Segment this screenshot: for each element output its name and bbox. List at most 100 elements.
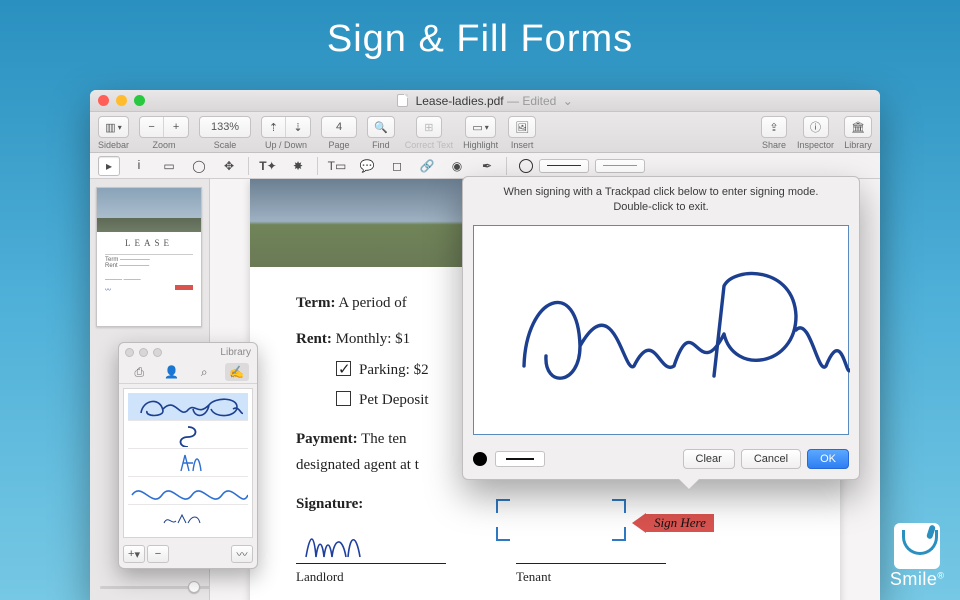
zoom-in-button[interactable]: + [164,117,188,137]
filename: Lease-ladies.pdf [416,94,504,108]
scale-group: 133% Scale [199,116,251,150]
close-window-button[interactable] [98,95,109,106]
palette-remove-button[interactable]: − [147,545,169,563]
sign-here-stamp[interactable]: Sign Here [632,513,714,533]
parking-checkbox[interactable] [336,361,351,376]
sign-here-label: Sign Here [646,514,714,532]
callout-tool[interactable]: ◻ [386,156,408,176]
inspector-button[interactable]: ⓘ [804,117,828,137]
lasso-tool[interactable]: ◯ [188,156,210,176]
page-thumbnail[interactable]: LEASE Term ─────── Rent ─────── ──── ───… [96,187,202,327]
scale-field[interactable]: 133% [200,117,250,137]
pen-width-picker[interactable] [495,451,545,467]
zoom-window-button[interactable] [134,95,145,106]
palette-add-button[interactable]: +▾ [123,545,145,563]
document-icon [397,94,408,107]
updown-label: Up / Down [265,140,307,150]
page-group: 4 Page [321,116,357,150]
library-label: Library [844,140,872,150]
library-button[interactable]: 🏛 [845,117,871,137]
title-menu-chevron-icon[interactable]: ⌄ [563,94,573,108]
payment-label: Payment: [296,431,358,447]
library-palette: Library ⎙ 👤 ⌕ ✍ +▾ − 〰 [118,342,258,569]
term-text: A period of [338,295,406,311]
page-down-button[interactable]: ⇣ [286,117,310,137]
rent-text: Monthly: $1 [336,331,411,347]
smile-logo-icon [894,523,940,569]
landlord-caption: Landlord [296,566,344,588]
inspector-group: ⓘ Inspector [797,116,834,150]
share-label: Share [762,140,786,150]
ok-button[interactable]: OK [807,449,849,469]
cancel-button[interactable]: Cancel [741,449,801,469]
minimize-window-button[interactable] [116,95,127,106]
highlight-label: Highlight [463,140,498,150]
correct-label: Correct Text [405,140,453,150]
window-title: Lease-ladies.pdf — Edited ⌄ [90,94,880,108]
library-group: 🏛 Library [844,116,872,150]
thumb-title: LEASE [105,238,193,248]
page-field[interactable]: 4 [322,117,356,137]
stamp-tool[interactable]: ◉ [446,156,468,176]
palette-titlebar[interactable]: Library [119,343,257,361]
marketing-headline: Sign & Fill Forms [0,0,960,61]
signature-tool[interactable]: ✒ [476,156,498,176]
palette-draw-button[interactable]: 〰 [231,545,253,563]
pen-color-swatch[interactable] [473,452,487,466]
text-select-tool[interactable]: Ꭵ [128,156,150,176]
list-item[interactable] [128,393,248,421]
note-tool[interactable]: 💬 [356,156,378,176]
insert-button[interactable]: 🖼 [509,117,535,137]
payment-text2: designated agent at t [296,457,419,473]
highlight-tool[interactable]: T✦ [257,156,279,176]
sidebar-toggle[interactable]: ▥▾ [99,117,127,137]
tenant-caption: Tenant [516,566,551,588]
share-button[interactable]: ⇪ [762,117,786,137]
thumb-zoom-slider[interactable] [100,580,200,594]
list-item[interactable] [128,449,248,477]
parking-label: Parking: $2 [359,362,429,378]
move-tool[interactable]: ✥ [218,156,240,176]
find-label: Find [372,140,390,150]
sidebar-label: Sidebar [98,140,129,150]
signature-popover: When signing with a Trackpad click below… [462,176,860,480]
clear-button[interactable]: Clear [683,449,735,469]
titlebar: Lease-ladies.pdf — Edited ⌄ [90,90,880,112]
page-label: Page [329,140,350,150]
list-item[interactable] [128,477,248,505]
page-up-button[interactable]: ⇡ [262,117,286,137]
palette-tab-comments[interactable]: ⌕ [192,363,216,381]
signature-target-box[interactable] [496,499,626,541]
palette-tab-people[interactable]: 👤 [160,363,184,381]
find-button[interactable]: 🔍 [368,117,394,137]
insert-group: 🖼 Insert [508,116,536,150]
signature-canvas[interactable] [473,225,849,435]
palette-title: Library [220,347,251,358]
term-label: Term: [296,295,335,311]
highlight-group: ▭▾ Highlight [463,116,498,150]
link-tool[interactable]: 🔗 [416,156,438,176]
palette-tab-stamps[interactable]: ⎙ [127,363,151,381]
insert-label: Insert [511,140,534,150]
window-controls [98,95,145,106]
line-dash-picker[interactable] [595,159,645,173]
palette-tab-signatures[interactable]: ✍ [225,363,249,381]
popover-arrow-icon [679,479,699,489]
brand-trademark: ® [937,571,944,581]
signature-hint: When signing with a Trackpad click below… [463,177,859,221]
list-item[interactable] [128,505,248,533]
textbox-tool[interactable]: T▭ [326,156,348,176]
highlight-button[interactable]: ▭▾ [466,117,494,137]
correct-text-button[interactable]: ⊞ [417,117,441,137]
line-style-picker[interactable] [539,159,589,173]
list-item[interactable] [128,421,248,449]
select-tool[interactable]: ▸ [98,156,120,176]
find-group: 🔍 Find [367,116,395,150]
main-toolbar: ▥▾ Sidebar − + Zoom 133% Scale ⇡ ⇣ Up / … [90,112,880,153]
zoom-out-button[interactable]: − [140,117,164,137]
petdeposit-checkbox[interactable] [336,391,351,406]
stroke-color-swatch[interactable] [519,159,533,173]
strike-tool[interactable]: ✸ [287,156,309,176]
petdeposit-label: Pet Deposit [359,392,429,408]
rect-select-tool[interactable]: ▭ [158,156,180,176]
